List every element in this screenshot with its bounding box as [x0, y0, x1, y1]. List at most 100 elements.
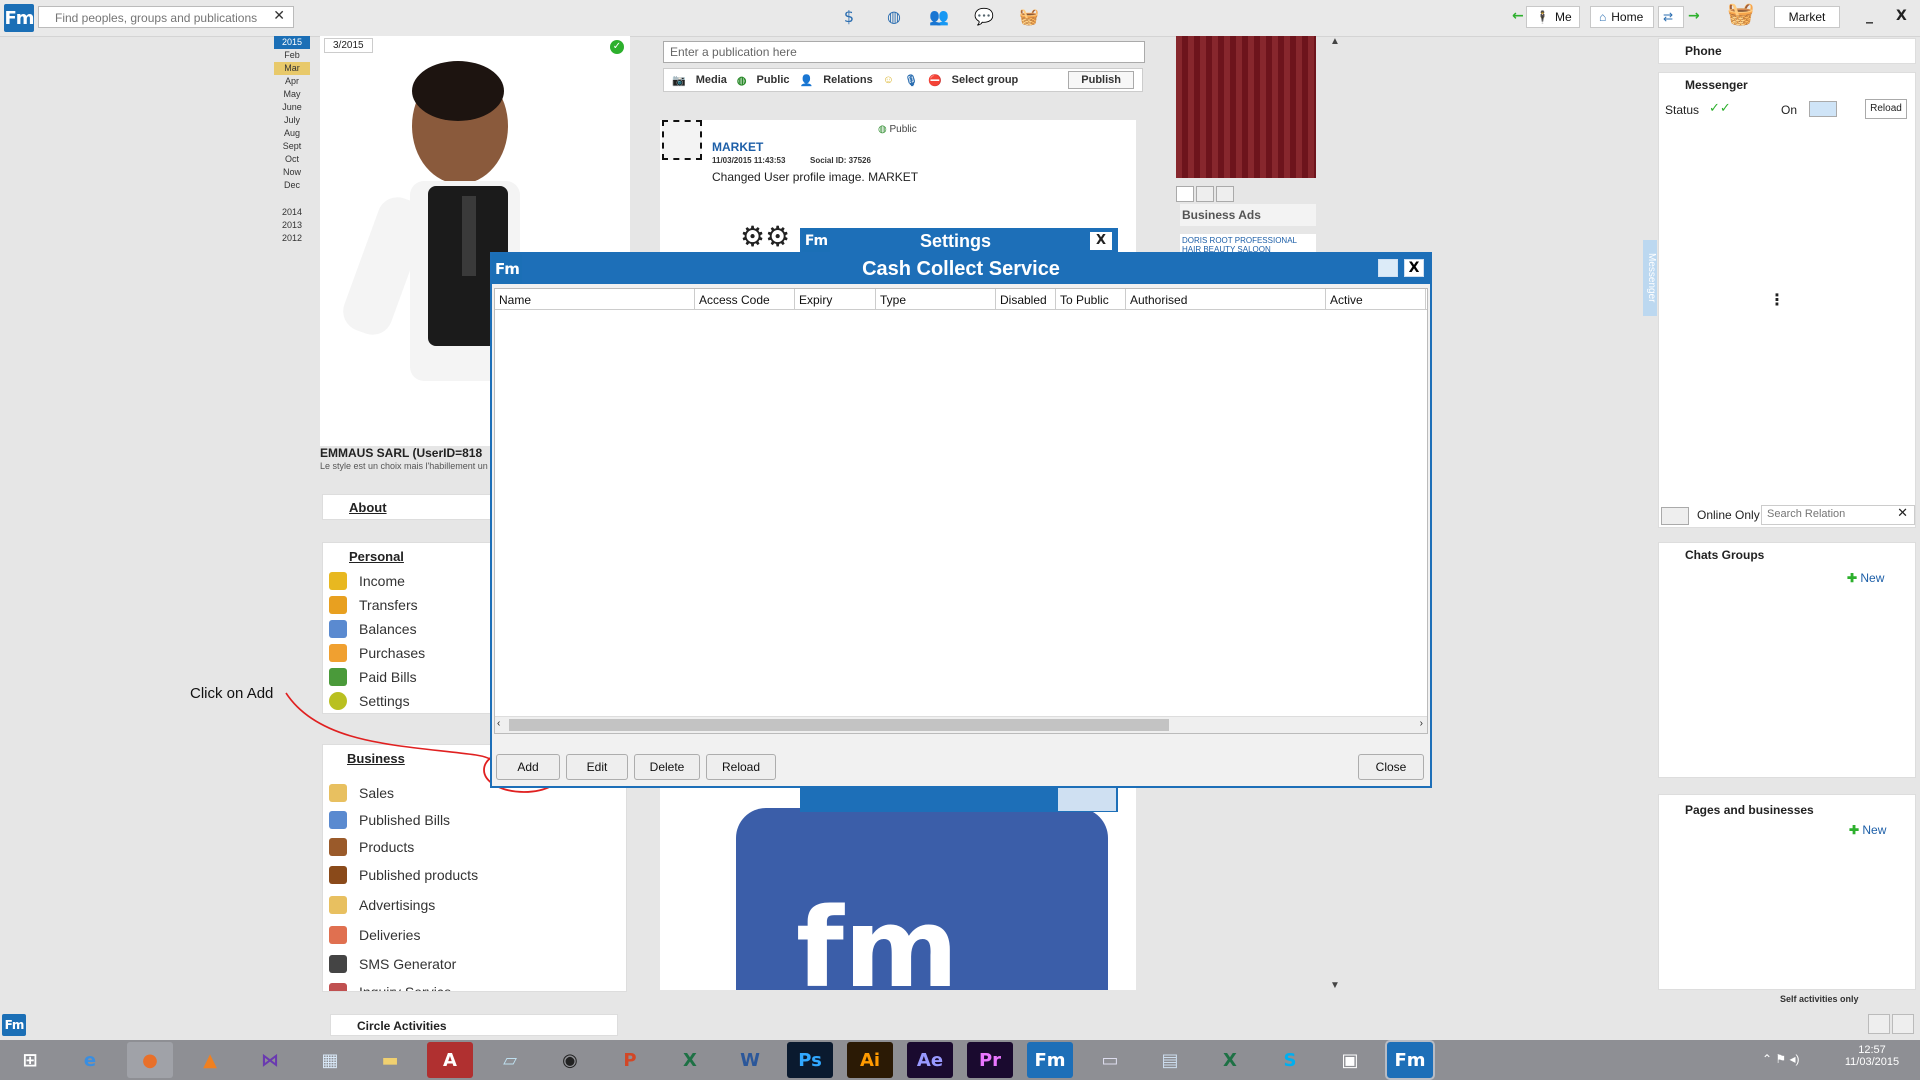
year-item[interactable]: 2014 [274, 206, 310, 219]
column-header-active[interactable]: Active [1326, 289, 1426, 309]
column-header-name[interactable]: Name [495, 289, 695, 309]
people-icon[interactable]: 👥 [924, 3, 954, 29]
market-button[interactable]: Market [1774, 6, 1840, 28]
tray-icons[interactable]: ⌃ ⚑ ◂) [1762, 1052, 1800, 1066]
clear-search-icon[interactable]: ✕ [273, 8, 285, 24]
search-relation-input[interactable] [1765, 507, 1889, 521]
column-header-to-public[interactable]: To Public [1056, 289, 1126, 309]
public-label[interactable]: Public [757, 74, 790, 86]
photo-viewer-icon[interactable]: ▤ [1147, 1042, 1193, 1078]
about-link[interactable]: About [349, 500, 387, 515]
camera-icon[interactable]: 📷 [672, 74, 686, 87]
menu-item-deliveries[interactable]: Deliveries [329, 920, 478, 950]
scroll-left-icon[interactable]: ‹ [497, 718, 500, 729]
excel-icon[interactable]: X [667, 1042, 713, 1078]
current-year[interactable]: 2015 [274, 36, 310, 49]
dialog-close-x-button[interactable]: X [1404, 259, 1424, 277]
chat-icon[interactable]: 💬 [969, 3, 999, 29]
shirt-product-image[interactable] [1176, 36, 1316, 178]
forward-arrow-icon[interactable]: → [1688, 8, 1700, 24]
scroll-up-icon[interactable]: ▲ [1330, 36, 1340, 47]
select-group-label[interactable]: Select group [952, 74, 1019, 86]
month-item[interactable]: Aug [274, 127, 310, 140]
scrollbar-thumb[interactable] [509, 719, 1169, 731]
fm-footer-icon[interactable]: Fm [2, 1014, 26, 1036]
messenger-tab[interactable]: Messenger [1643, 240, 1657, 316]
month-item[interactable]: July [274, 114, 310, 127]
online-only-toggle[interactable] [1661, 507, 1689, 525]
new-chat-group-button[interactable]: ✚ New [1847, 571, 1884, 585]
windows-start-icon[interactable]: ⊞ [7, 1042, 53, 1078]
me-button[interactable]: 🕴 Me [1526, 6, 1580, 28]
acrobat-icon[interactable]: A [427, 1042, 473, 1078]
month-item[interactable]: Sept [274, 140, 310, 153]
fm-logo-icon[interactable]: Fm [4, 4, 35, 32]
scroll-right-icon[interactable]: › [1420, 718, 1423, 729]
column-header-authorised[interactable]: Authorised [1126, 289, 1326, 309]
footer-controls[interactable] [1868, 1014, 1914, 1034]
globe-icon[interactable]: ◍ [879, 3, 909, 29]
file-explorer-icon[interactable]: ▬ [367, 1042, 413, 1078]
column-header-type[interactable]: Type [876, 289, 996, 309]
illustrator-icon[interactable]: Ai [847, 1042, 893, 1078]
month-item[interactable]: Oct [274, 153, 310, 166]
publication-input[interactable]: Enter a publication here [663, 41, 1145, 63]
premiere-icon[interactable]: Pr [967, 1042, 1013, 1078]
publish-button[interactable]: Publish [1068, 71, 1134, 89]
year-item[interactable]: 2012 [274, 232, 310, 245]
firefox-icon[interactable]: ● [127, 1042, 173, 1078]
close-app-button[interactable]: X [1896, 8, 1907, 24]
internet-explorer-icon[interactable]: e [67, 1042, 113, 1078]
cart-icon[interactable]: 🧺 [1726, 2, 1756, 30]
menu-item-advertisings[interactable]: Advertisings [329, 890, 478, 920]
dialog-maximize-button[interactable] [1378, 259, 1398, 277]
notepad-icon[interactable]: ▱ [487, 1042, 533, 1078]
menu-item-sms-generator[interactable]: SMS Generator [329, 950, 478, 978]
month-item[interactable]: Now [274, 166, 310, 179]
after-effects-icon[interactable]: Ae [907, 1042, 953, 1078]
self-activities-label[interactable]: Self activities only [1780, 994, 1859, 1004]
basket-icon[interactable]: 🧺 [1014, 3, 1044, 29]
menu-item-balances[interactable]: Balances [329, 617, 425, 641]
clock[interactable]: 12:57 11/03/2015 [1842, 1044, 1902, 1068]
camera-icon[interactable]: ◉ [547, 1042, 593, 1078]
month-item[interactable]: Feb [274, 49, 310, 62]
image-pager[interactable] [1176, 186, 1234, 202]
menu-item-purchases[interactable]: Purchases [329, 641, 425, 665]
year-item[interactable]: 2013 [274, 219, 310, 232]
powerpoint-icon[interactable]: P [607, 1042, 653, 1078]
menu-item-published-bills[interactable]: Published Bills [329, 806, 478, 833]
month-item-selected[interactable]: Mar [274, 62, 310, 75]
fm-app-2-icon[interactable]: Fm [1385, 1040, 1435, 1080]
relations-label[interactable]: Relations [823, 74, 873, 86]
edit-button[interactable]: Edit [566, 754, 628, 780]
fm-app-icon[interactable]: Fm [1027, 1042, 1073, 1078]
sync-button[interactable]: ⇄ [1658, 6, 1684, 28]
settings-close-button[interactable]: X [1090, 232, 1112, 250]
scroll-down-icon[interactable]: ▼ [1330, 980, 1340, 991]
search-input[interactable] [53, 8, 277, 28]
menu-item-inquiry-service[interactable]: Inquiry Service [329, 978, 478, 991]
business-ad-item[interactable]: DORIS ROOT PROFESSIONAL HAIR BEAUTY SALO… [1180, 234, 1316, 252]
excel-2-icon[interactable]: X [1207, 1042, 1253, 1078]
vlc-icon[interactable]: ▲ [187, 1042, 233, 1078]
delete-button[interactable]: Delete [634, 754, 700, 780]
menu-item-income[interactable]: Income [329, 569, 425, 593]
phone-title[interactable]: Phone [1685, 44, 1722, 58]
add-button[interactable]: Add [496, 754, 560, 780]
column-header-disabled[interactable]: Disabled [996, 289, 1056, 309]
money-icon[interactable]: $ [834, 3, 864, 29]
messenger-reload-button[interactable]: Reload [1865, 99, 1907, 119]
close-button[interactable]: Close [1358, 754, 1424, 780]
minimize-button[interactable]: _ [1866, 8, 1873, 24]
status-toggle[interactable] [1809, 101, 1837, 117]
menu-item-products[interactable]: Products [329, 833, 478, 860]
microphone-icon[interactable]: 🎙 [904, 74, 918, 87]
back-arrow-icon[interactable]: ← [1512, 8, 1524, 24]
window-app-icon[interactable]: ▣ [1327, 1042, 1373, 1078]
home-button[interactable]: ⌂ Home [1590, 6, 1654, 28]
media-label[interactable]: Media [696, 74, 727, 86]
visual-studio-icon[interactable]: ⋈ [247, 1042, 293, 1078]
photoshop-icon[interactable]: Ps [787, 1042, 833, 1078]
emoji-icon[interactable]: ☺ [883, 74, 894, 86]
